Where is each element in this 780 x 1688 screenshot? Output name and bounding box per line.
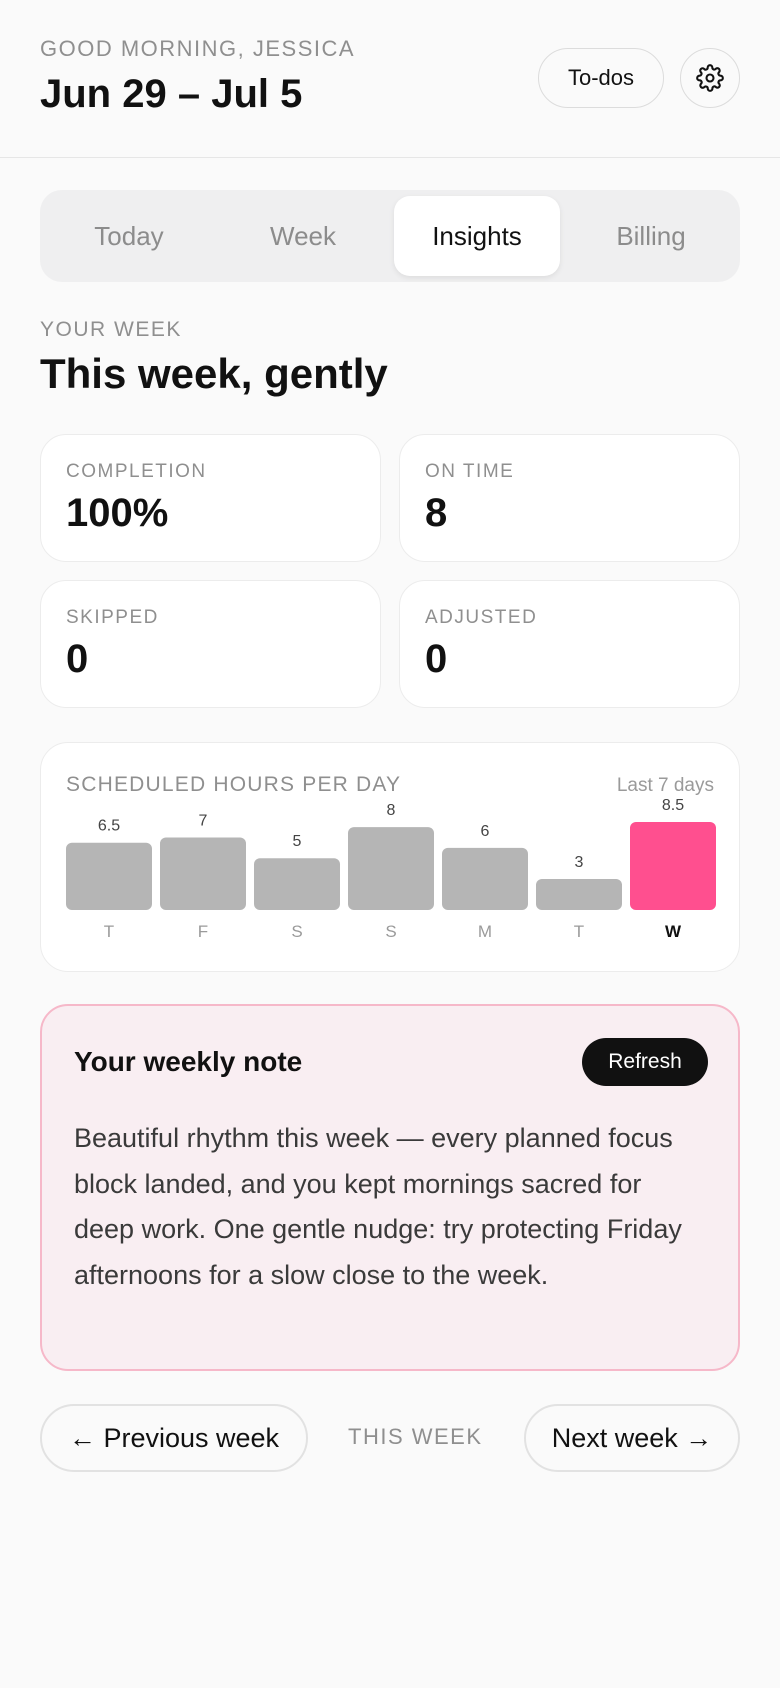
chart-value-label: 8 [387, 802, 396, 819]
note-title: Your weekly note [74, 1046, 303, 1077]
tab-billing[interactable]: Billing [568, 196, 734, 276]
chart-value-label: 6.5 [98, 818, 120, 835]
chart-bar [630, 822, 716, 910]
chart-value-label: 3 [575, 854, 584, 871]
app-header: GOOD MORNING, JESSICA Jun 29 – Jul 5 To-… [0, 0, 780, 158]
previous-week-button[interactable]: ← Previous week [40, 1404, 308, 1472]
chart-value-label: 8.5 [662, 797, 684, 814]
hours-chart-card: SCHEDULED HOURS PER DAY Last 7 days 6.5 T… [40, 742, 740, 972]
chart-bar [442, 847, 528, 910]
weekly-note-card: Your weekly note Refresh Beautiful rhyth… [40, 1004, 740, 1371]
chart-value-label: 7 [199, 813, 208, 830]
stat-card-on-time: ON TIME 8 [399, 434, 740, 562]
greeting: GOOD MORNING, JESSICA [40, 36, 356, 61]
tab-week[interactable]: Week [220, 196, 386, 276]
todos-button[interactable]: To-dos [538, 48, 664, 108]
chart-bar [66, 842, 152, 910]
stat-value: 100% [66, 491, 169, 535]
view-tabs: Today Week Insights Billing [40, 190, 740, 282]
stat-label: SKIPPED [66, 607, 159, 628]
section-title: This week, gently [40, 350, 388, 397]
chart-category-label: F [198, 922, 208, 941]
stat-label: ADJUSTED [425, 607, 538, 628]
stat-card-adjusted: ADJUSTED 0 [399, 580, 740, 708]
stat-card-completion: COMPLETION 100% [40, 434, 381, 562]
chart-value-label: 6 [481, 823, 490, 840]
chart-bar [254, 858, 340, 910]
section-kicker: YOUR WEEK [40, 318, 182, 341]
note-body: Beautiful rhythm this week — every plann… [74, 1123, 682, 1290]
chart-bar [536, 878, 622, 910]
date-range-title: Jun 29 – Jul 5 [40, 72, 303, 116]
chart-category-label: S [291, 922, 302, 941]
chart-value-label: 5 [293, 833, 302, 850]
next-week-button[interactable]: Next week → [524, 1404, 740, 1472]
gear-icon [696, 64, 724, 92]
stat-value: 0 [425, 637, 448, 681]
stat-value: 0 [66, 637, 89, 681]
tab-today[interactable]: Today [46, 196, 212, 276]
chart-bar [348, 827, 434, 910]
stat-label: ON TIME [425, 461, 515, 482]
chart-category-label: T [104, 922, 114, 941]
stat-card-skipped: SKIPPED 0 [40, 580, 381, 708]
settings-button[interactable] [680, 48, 740, 108]
chart-category-label: M [478, 922, 492, 941]
tab-insights[interactable]: Insights [394, 196, 560, 276]
refresh-button[interactable]: Refresh [582, 1038, 708, 1086]
chart-category-label: S [385, 922, 396, 941]
stat-label: COMPLETION [66, 461, 207, 482]
stat-value: 8 [425, 491, 448, 535]
chart-category-label: T [574, 922, 584, 941]
hours-bar-chart: 6.5 T 7 F 5 S 8 S 6 M 3 T 8.5 W [66, 797, 716, 941]
current-week-label: THIS WEEK [348, 1424, 483, 1449]
chart-bar [160, 837, 246, 910]
chart-category-label: W [665, 922, 682, 941]
